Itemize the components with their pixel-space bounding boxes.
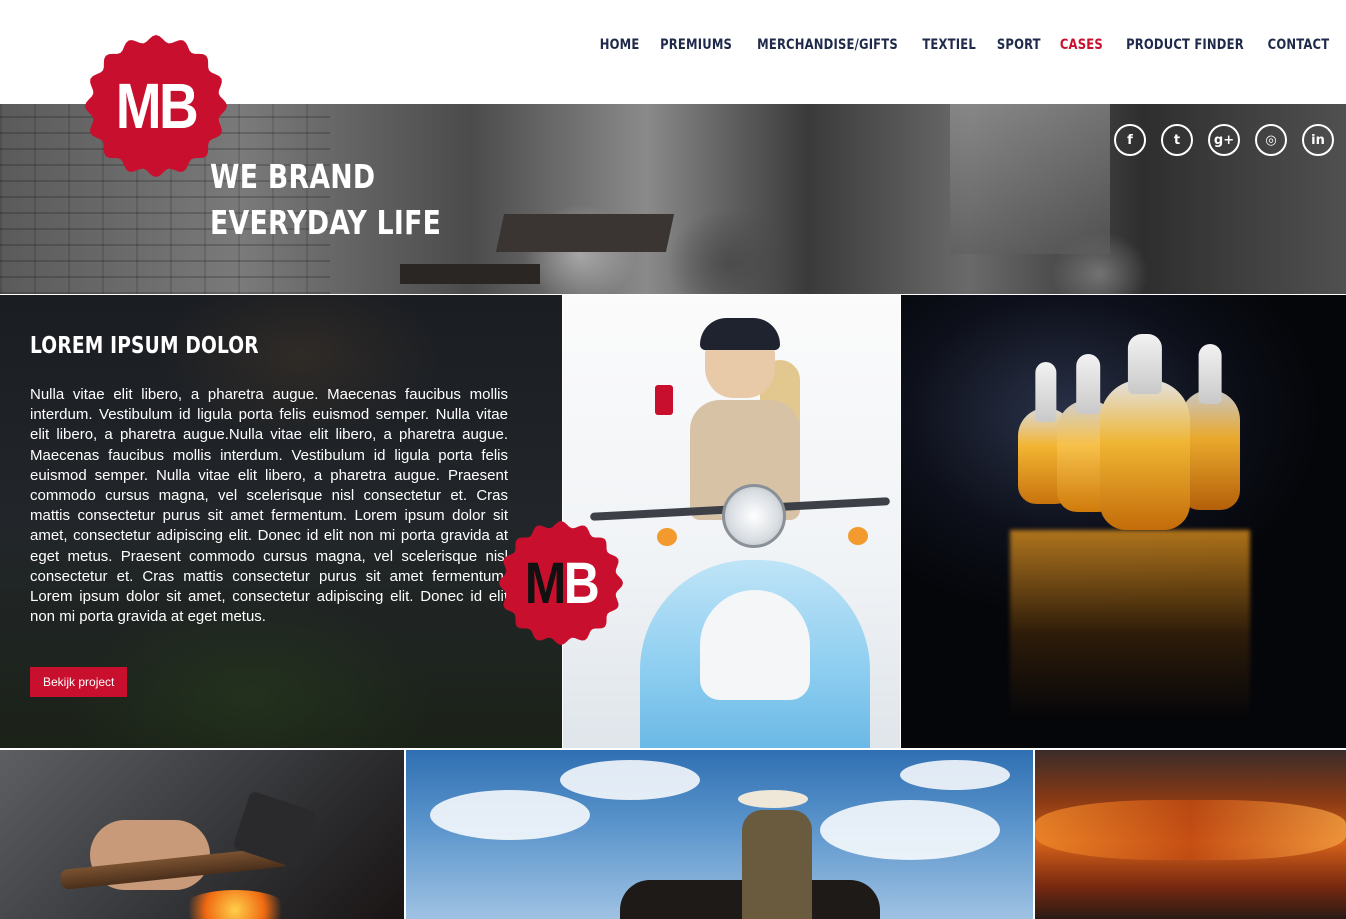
- hero-photo-table: [495, 214, 675, 252]
- case-badge-letter-m: M: [524, 550, 567, 616]
- case-badge[interactable]: MB: [498, 520, 624, 646]
- nav-item-home[interactable]: HOME: [592, 36, 646, 54]
- site-logo[interactable]: MB: [84, 34, 228, 178]
- case-badge-letter-b: B: [563, 550, 600, 616]
- hero-title-line2: EVERYDAY LIFE: [210, 203, 442, 242]
- scooter-photo-indicator-left: [657, 528, 677, 546]
- bottles-photo-reflection: [1010, 530, 1250, 720]
- view-project-button[interactable]: Bekijk project: [30, 667, 128, 697]
- google-plus-icon[interactable]: g+: [1208, 124, 1240, 156]
- scooter-photo-can: [655, 385, 673, 415]
- sunset-photo-cloud: [1035, 800, 1346, 860]
- rider-photo-cloud: [900, 760, 1010, 790]
- twitter-icon[interactable]: t: [1161, 124, 1193, 156]
- hero-photo-table-front: [400, 264, 540, 284]
- hero-photo-window: [950, 104, 1110, 254]
- hero-title-line1: WE BRAND: [210, 157, 376, 196]
- hero-title: WE BRAND EVERYDAY LIFE: [210, 154, 441, 246]
- rider-photo-hat: [738, 790, 808, 808]
- logo-letters: MB: [115, 70, 199, 142]
- case-badge-letters: MB: [507, 520, 615, 646]
- nav-item-merchandise-gifts[interactable]: MERCHANDISE/GIFTS: [750, 36, 906, 54]
- nav-item-premiums[interactable]: PREMIUMS: [653, 36, 740, 54]
- case-heading: LOREM IPSUM DOLOR: [30, 333, 259, 359]
- instagram-icon[interactable]: ◎: [1255, 124, 1287, 156]
- case-intro-panel: LOREM IPSUM DOLOR Nulla vitae elit liber…: [0, 295, 562, 748]
- scooter-photo-indicator-right: [848, 527, 868, 545]
- scooter-photo-front: [700, 590, 810, 700]
- facebook-icon[interactable]: f: [1114, 124, 1146, 156]
- linkedin-icon[interactable]: in: [1302, 124, 1334, 156]
- rider-photo-cloud: [560, 760, 700, 800]
- scooter-photo-cap: [700, 318, 780, 350]
- main-nav: HOME PREMIUMS MERCHANDISE/GIFTS TEXTIEL …: [590, 36, 1340, 54]
- nav-item-sport[interactable]: SPORT: [989, 36, 1048, 54]
- nav-item-contact[interactable]: CONTACT: [1260, 36, 1336, 54]
- case-body-text: Nulla vitae elit libero, a pharetra augu…: [30, 386, 508, 626]
- bottles-photo-bottle: [1100, 334, 1190, 530]
- social-links: f t g+ ◎ in: [1114, 124, 1334, 156]
- scooter-photo-headlight: [722, 484, 786, 548]
- nav-item-cases[interactable]: CASES: [1053, 36, 1111, 54]
- nav-item-product-finder[interactable]: PRODUCT FINDER: [1119, 36, 1251, 54]
- nav-item-textiel[interactable]: TEXTIEL: [915, 36, 983, 54]
- rider-photo-person: [742, 810, 812, 919]
- rider-photo-cloud: [820, 800, 1000, 860]
- rider-photo-cloud: [430, 790, 590, 840]
